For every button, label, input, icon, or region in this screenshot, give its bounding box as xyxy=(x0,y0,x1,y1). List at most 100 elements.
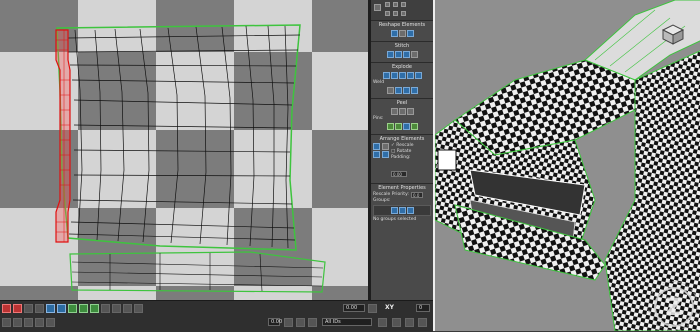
element-props-title: Element Properties xyxy=(378,185,426,191)
explode-section: Explode Weld xyxy=(371,63,433,99)
xy-toggle[interactable]: XY xyxy=(385,304,394,311)
3d-viewport[interactable]: Z xyxy=(433,0,700,331)
relax-icon[interactable] xyxy=(398,30,406,37)
add-icon[interactable] xyxy=(101,304,110,313)
weld-all-icon[interactable] xyxy=(402,87,410,94)
peel-title: Peel xyxy=(396,100,408,106)
pack-together-icon[interactable] xyxy=(373,151,380,158)
zoom-icon[interactable] xyxy=(296,318,305,327)
polygon-mode-icon[interactable] xyxy=(24,304,33,313)
uv-editor-canvas[interactable] xyxy=(0,0,368,300)
group-settings-icon[interactable] xyxy=(406,207,414,214)
quick-peel-icon[interactable] xyxy=(390,108,398,115)
peel-section: Peel Pins: xyxy=(371,99,433,135)
straighten-icon[interactable] xyxy=(390,30,398,37)
groups-label: Groups: xyxy=(373,198,391,203)
hand-icon[interactable] xyxy=(378,318,387,327)
lock-icon[interactable] xyxy=(368,304,377,313)
stitch-average-icon[interactable] xyxy=(394,51,402,58)
snap-icon[interactable] xyxy=(308,318,317,327)
weld-selected-icon[interactable] xyxy=(386,87,394,94)
split-icon[interactable] xyxy=(406,72,414,79)
flatten-icon[interactable] xyxy=(398,72,406,79)
mirror-v-icon[interactable] xyxy=(13,318,22,327)
reshape-elements-section: Reshape Elements xyxy=(371,21,433,42)
rescale-priority-label: Rescale Priority: xyxy=(373,192,409,197)
break-icon[interactable] xyxy=(382,72,390,79)
explode-title: Explode xyxy=(392,64,412,70)
reshape-title: Reshape Elements xyxy=(378,22,426,28)
id-filter-select[interactable]: All IDs xyxy=(322,318,372,326)
rescale-label: Rescale xyxy=(396,143,414,148)
stitch-target-icon[interactable] xyxy=(386,51,394,58)
mirror-h-icon[interactable] xyxy=(2,318,11,327)
key-icon[interactable] xyxy=(134,304,143,313)
scale-icon[interactable] xyxy=(401,2,406,7)
rotate-label: Rotate xyxy=(396,149,412,154)
unpin-icon[interactable] xyxy=(394,123,402,130)
zoom-extents-icon[interactable] xyxy=(392,318,401,327)
vertex-mode-icon[interactable] xyxy=(2,304,11,313)
element-properties-section: Element Properties Rescale Priority: 0.0… xyxy=(371,184,433,226)
sub-object-icon[interactable] xyxy=(374,4,381,11)
remove-icon[interactable] xyxy=(112,304,121,313)
shrink-select-icon[interactable] xyxy=(68,304,77,313)
arrange-elements-section: Arrange Elements ✓ Rescale □ Rotate Padd… xyxy=(371,135,433,184)
settings-icon[interactable] xyxy=(406,30,414,37)
car-model-render xyxy=(435,0,700,331)
group-selected-icon[interactable] xyxy=(390,207,398,214)
watermark-logo: Z xyxy=(654,287,694,327)
uv-checker-grid xyxy=(0,0,368,300)
freeform-icon[interactable] xyxy=(385,11,390,16)
peel-reset-icon[interactable] xyxy=(406,108,414,115)
rotate-icon[interactable] xyxy=(393,2,398,7)
mirror-icon[interactable] xyxy=(393,11,398,16)
pack-settings-icon[interactable] xyxy=(382,151,389,158)
stitch-section: Stitch xyxy=(371,42,433,63)
zoom-region-icon[interactable] xyxy=(405,318,414,327)
stitch-settings-icon[interactable] xyxy=(410,51,418,58)
no-groups-text: No groups selected xyxy=(373,217,417,222)
element-mode-icon[interactable] xyxy=(35,304,44,313)
pins-label: Pins: xyxy=(373,116,384,121)
weld-label: Weld xyxy=(373,80,385,85)
threshold-field[interactable]: 0.00 xyxy=(343,304,365,312)
ring-select-icon[interactable] xyxy=(90,304,99,313)
hide-icon[interactable] xyxy=(24,318,33,327)
weld-target-icon[interactable] xyxy=(394,87,402,94)
stitch-title: Stitch xyxy=(394,43,410,49)
pack-normalize-icon[interactable] xyxy=(373,143,380,150)
padding-label: Padding: xyxy=(391,155,411,160)
peel-mode-icon[interactable] xyxy=(398,108,406,115)
pack-custom-icon[interactable] xyxy=(382,143,389,150)
grow-select-icon[interactable] xyxy=(57,304,66,313)
select-element-icon[interactable] xyxy=(46,304,55,313)
loop-select-icon[interactable] xyxy=(79,304,88,313)
uv-tool-panel: Reshape Elements Stitch Explode Weld Pee… xyxy=(371,0,433,300)
padding-spinner[interactable]: 0.00 xyxy=(391,171,407,177)
move-icon[interactable] xyxy=(385,2,390,7)
weld-threshold-icon[interactable] xyxy=(410,87,418,94)
zoom-field[interactable]: 0 xyxy=(416,304,430,312)
explode-settings-icon[interactable] xyxy=(414,72,422,79)
arrange-title: Arrange Elements xyxy=(379,136,425,142)
edge-mode-icon[interactable] xyxy=(13,304,22,313)
toolbar-row-bottom xyxy=(2,318,55,327)
u-field[interactable]: 0.00 xyxy=(268,318,282,326)
auto-pin-icon[interactable] xyxy=(402,123,410,130)
paint-select-icon[interactable] xyxy=(123,304,132,313)
flip-icon[interactable] xyxy=(401,11,406,16)
uv-editor-toolbar: 0.00 XY 0 0.00 All IDs xyxy=(0,300,433,332)
unhide-icon[interactable] xyxy=(35,318,44,327)
pan-icon[interactable] xyxy=(284,318,293,327)
ungroup-icon[interactable] xyxy=(398,207,406,214)
panel-toolbar xyxy=(371,0,433,21)
pin-icon[interactable] xyxy=(386,123,394,130)
stitch-source-icon[interactable] xyxy=(402,51,410,58)
select-pins-icon[interactable] xyxy=(410,123,418,130)
toolbar-row-top xyxy=(2,304,143,313)
freeze-icon[interactable] xyxy=(46,318,55,327)
grid-icon[interactable] xyxy=(418,318,427,327)
headlight-shape xyxy=(437,149,457,171)
detach-icon[interactable] xyxy=(390,72,398,79)
